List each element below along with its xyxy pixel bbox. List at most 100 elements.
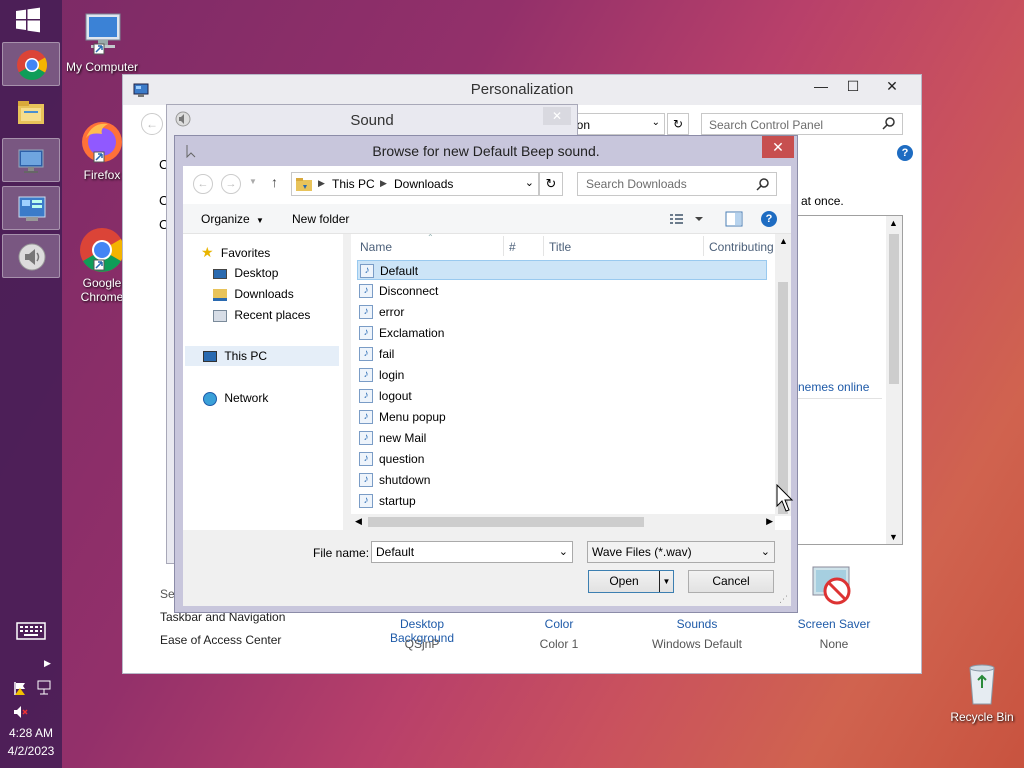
help-icon[interactable]: ?	[897, 145, 913, 161]
column-header-number[interactable]: #	[509, 240, 516, 254]
close-button[interactable]: ✕	[762, 136, 794, 158]
desktop-icon-recycle-bin[interactable]: Recycle Bin	[942, 660, 1022, 724]
star-icon: ★	[201, 244, 214, 260]
chevron-down-icon[interactable]: ⌄	[559, 542, 568, 562]
minimize-button[interactable]: —	[805, 75, 837, 97]
file-row[interactable]: ♪ error	[357, 302, 767, 322]
back-arrow-icon[interactable]: ←	[193, 174, 213, 194]
taskbar-file-explorer[interactable]	[2, 90, 60, 134]
taskbar-chrome[interactable]	[2, 42, 60, 86]
organize-menu[interactable]: Organize ▼	[201, 212, 264, 226]
breadcrumb-this-pc[interactable]: This PC	[332, 177, 375, 191]
nav-item-downloads[interactable]: Downloads	[213, 284, 294, 304]
refresh-icon[interactable]: ↻	[667, 113, 689, 135]
help-icon[interactable]: ?	[761, 211, 777, 227]
file-row[interactable]: ♪ question	[357, 449, 767, 469]
file-row[interactable]: ♪ login	[357, 365, 767, 385]
scroll-thumb[interactable]	[889, 234, 899, 384]
show-hidden-icons-chevron-icon[interactable]: ▶	[44, 658, 51, 669]
horizontal-scrollbar[interactable]: ◀ ▶	[351, 514, 775, 530]
sound-close-button[interactable]: ✕	[543, 107, 571, 125]
file-name-combobox[interactable]: Default ⌄	[371, 541, 573, 563]
file-row[interactable]: ♪ logout	[357, 386, 767, 406]
scroll-left-arrow[interactable]: ◀	[355, 516, 362, 527]
preview-pane-icon[interactable]	[725, 211, 743, 227]
sound-titlebar[interactable]: Sound ✕	[167, 105, 577, 135]
computer-icon	[78, 10, 126, 58]
network-icon[interactable]	[36, 680, 52, 696]
taskbar-remote-desktop[interactable]	[2, 138, 60, 182]
file-row[interactable]: ♪ Disconnect	[357, 281, 767, 301]
maximize-button[interactable]: ☐	[837, 75, 869, 97]
column-header-title[interactable]: Title	[549, 240, 571, 254]
view-options-icon[interactable]	[669, 212, 705, 228]
taskbar-sound[interactable]	[2, 234, 60, 278]
breadcrumb-separator-icon[interactable]: ▶	[318, 178, 325, 189]
column-divider[interactable]	[503, 236, 504, 256]
file-row-default[interactable]: ♪ Default	[357, 260, 767, 280]
close-button[interactable]: ✕	[869, 75, 915, 97]
recent-locations-chevron-icon[interactable]: ▼	[249, 177, 257, 186]
chevron-down-icon[interactable]: ⌄	[761, 542, 770, 562]
search-control-panel-input[interactable]: Search Control Panel	[701, 113, 903, 135]
search-downloads-input[interactable]: Search Downloads	[577, 172, 777, 196]
get-themes-online-link[interactable]: nemes online	[798, 380, 869, 394]
open-button[interactable]: Open ▼	[588, 570, 674, 593]
ease-of-access-link[interactable]: Ease of Access Center	[160, 633, 281, 647]
resize-grip-icon[interactable]: ⋰	[779, 594, 788, 605]
refresh-icon[interactable]: ↻	[539, 172, 563, 196]
chevron-down-icon[interactable]: ⌄	[525, 176, 534, 189]
scroll-up-arrow[interactable]: ▲	[779, 236, 788, 246]
breadcrumb[interactable]: ▶ This PC ▶ Downloads ⌄	[291, 172, 539, 196]
clock-date[interactable]: 4/2/2023	[0, 744, 62, 758]
file-name: Disconnect	[379, 284, 439, 298]
back-button[interactable]: ←	[141, 113, 163, 135]
column-header-name[interactable]: Name	[360, 240, 392, 254]
nav-item-recent-places[interactable]: Recent places	[213, 305, 310, 325]
split-button-arrow-icon[interactable]: ▼	[659, 571, 673, 592]
up-arrow-icon[interactable]: ↑	[271, 174, 278, 190]
cancel-button[interactable]: Cancel	[688, 570, 774, 593]
volume-muted-icon[interactable]	[12, 704, 28, 720]
browse-titlebar[interactable]: Browse for new Default Beep sound. ✕	[175, 136, 797, 166]
scroll-thumb[interactable]	[778, 282, 788, 514]
scroll-up-arrow[interactable]: ▲	[889, 218, 898, 228]
nav-item-desktop[interactable]: Desktop	[213, 263, 278, 283]
file-row[interactable]: ♪ Exclamation	[357, 323, 767, 343]
start-button[interactable]	[14, 6, 46, 34]
scroll-thumb[interactable]	[368, 517, 644, 527]
sounds-link[interactable]: Sounds	[645, 617, 749, 631]
nav-this-pc[interactable]: This PC	[185, 346, 339, 366]
breadcrumb-downloads[interactable]: Downloads	[394, 177, 453, 191]
vertical-scrollbar[interactable]: ▲	[775, 234, 791, 516]
nav-network[interactable]: Network	[203, 388, 268, 408]
audio-file-icon: ♪	[359, 326, 373, 340]
clock-time[interactable]: 4:28 AM	[0, 726, 62, 740]
new-folder-button[interactable]: New folder	[292, 212, 349, 226]
file-row[interactable]: ♪ shutdown	[357, 470, 767, 490]
file-row[interactable]: ♪ Menu popup	[357, 407, 767, 427]
file-name: fail	[379, 347, 395, 361]
file-row[interactable]: ♪ new Mail	[357, 428, 767, 448]
themes-scrollbar[interactable]: ▲ ▼	[886, 216, 902, 544]
scroll-down-arrow[interactable]: ▼	[889, 532, 898, 542]
action-center-flag-icon[interactable]	[12, 680, 28, 696]
desktop-icon-my-computer[interactable]: My Computer	[62, 10, 142, 74]
address-bar[interactable]: ion ⌄	[569, 113, 665, 135]
nav-favorites[interactable]: ★ Favorites	[201, 242, 270, 262]
taskbar-control-panel[interactable]	[2, 186, 60, 230]
forward-arrow-icon[interactable]: →	[221, 174, 241, 194]
breadcrumb-separator-icon[interactable]: ▶	[380, 178, 387, 189]
file-row[interactable]: ♪ startup	[357, 491, 767, 511]
chevron-down-icon[interactable]: ⌄	[652, 117, 660, 128]
personalization-titlebar[interactable]: Personalization — ☐ ✕	[123, 75, 921, 105]
column-divider[interactable]	[703, 236, 704, 256]
column-header-contributing[interactable]: Contributing	[709, 240, 774, 254]
file-row[interactable]: ♪ fail	[357, 344, 767, 364]
keyboard-icon[interactable]	[16, 622, 46, 640]
column-divider[interactable]	[543, 236, 544, 256]
scroll-right-arrow[interactable]: ▶	[766, 516, 773, 527]
color-link[interactable]: Color	[529, 617, 589, 631]
screen-saver-link[interactable]: Screen Saver	[789, 617, 879, 631]
file-type-select[interactable]: Wave Files (*.wav) ⌄	[587, 541, 775, 563]
